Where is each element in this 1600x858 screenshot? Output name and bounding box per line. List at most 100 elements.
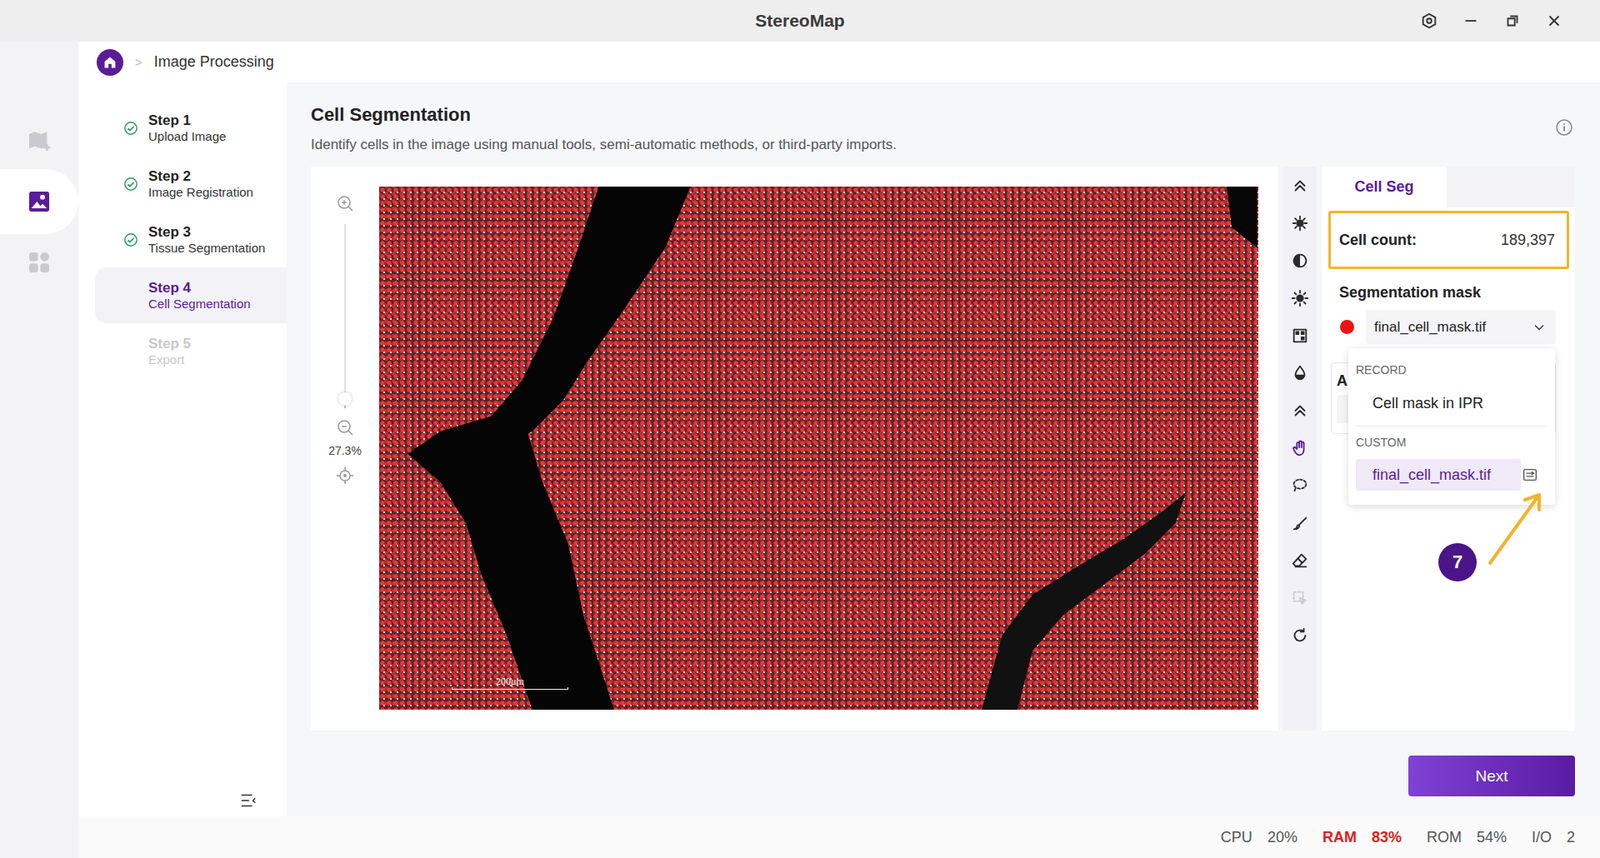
zoom-value: 27.3% [328,444,362,458]
tool-button[interactable] [1282,166,1317,205]
status-label: RAM [1322,829,1357,847]
status-item: I/O 2 [1531,829,1575,847]
tool-bar [1282,166,1317,731]
window-title: StereoMap [755,10,845,31]
tool-button[interactable] [1282,204,1317,242]
zoom-slider-handle[interactable] [338,392,352,406]
step-item: Step 5 Export [95,323,287,380]
tool-button[interactable] [1282,616,1317,655]
next-button[interactable]: Next [1408,755,1575,797]
tool-icon [1290,514,1310,533]
zoom-slider[interactable] [344,224,346,409]
tool-button [1282,579,1317,617]
apps-icon [25,249,53,276]
cell-count: Cell count: 189,397 [1328,210,1570,270]
tool-icon [1290,551,1310,570]
panel-tab[interactable]: Cell Seg [1321,166,1447,208]
tool-icon [1290,589,1310,608]
tool-icon [1290,251,1310,270]
title-bar: StereoMap [0,0,1600,42]
tool-icon [1290,439,1310,458]
breadcrumb-separator: > [135,55,143,70]
menu-section-label: CUSTOM [1355,434,1547,451]
breadcrumb-item: Image Processing [154,53,275,71]
status-value: 2 [1566,829,1575,847]
menu-section-label: RECORD [1355,361,1547,379]
tool-icon [1290,176,1310,195]
tool-button[interactable] [1282,504,1317,542]
nav-rail [0,41,79,858]
menu-item[interactable]: Cell mask in IPR [1355,385,1547,422]
tool-button[interactable] [1282,279,1317,317]
tool-button[interactable] [1282,241,1317,280]
info-icon[interactable] [1554,117,1575,138]
step-title: Step 5 [148,335,191,353]
status-label: I/O [1531,829,1552,847]
window-controls [1420,11,1564,30]
tool-icon [1290,401,1310,420]
zoom-in-icon[interactable] [335,193,355,214]
panel-tabs: Cell Seg [1321,166,1575,208]
tool-button[interactable] [1282,391,1317,430]
step-title: Step 2 [148,168,254,185]
status-value: 20% [1267,829,1298,847]
status-value: 83% [1371,829,1402,847]
step-subtitle: Image Registration [148,185,254,200]
side-panel: Cell Seg Cell count: 189,397 Segmentatio… [1321,166,1575,731]
close-icon[interactable] [1545,11,1564,30]
breadcrumb: > Image Processing [78,41,1600,83]
image-icon [25,188,53,215]
zoom-controls: 27.3% [310,186,380,710]
mask-select[interactable]: final_cell_mask.tif [1365,310,1556,345]
status-item: RAM 83% [1322,829,1402,847]
step-item[interactable]: Step 2 Image Registration [95,155,287,212]
main-area: Cell Segmentation Identify cells in the … [286,82,1600,817]
tool-button[interactable] [1282,354,1317,392]
step-subtitle: Tissue Segmentation [148,240,265,256]
tool-icon [1290,364,1310,383]
zoom-out-icon[interactable] [335,417,355,438]
restore-icon[interactable] [1503,11,1522,30]
rail-item[interactable] [0,169,79,235]
step-item[interactable]: Step 1 Upload Image [95,100,287,156]
tissue-image[interactable]: 200μm [379,186,1259,710]
settings-icon[interactable] [1420,11,1439,30]
rail-item[interactable] [0,122,79,160]
home-icon [100,53,120,72]
status-label: ROM [1426,829,1462,847]
tool-button[interactable] [1282,429,1317,467]
collapse-icon[interactable] [239,791,258,810]
step-subtitle: Upload Image [148,129,226,145]
app-window: StereoMap > Image Processing Step 1 Uplo… [0,0,1600,858]
step-item[interactable]: Step 4 Cell Segmentation [95,267,287,324]
rail-item[interactable] [0,244,79,281]
step-title: Step 4 [148,280,251,297]
locate-icon[interactable] [335,465,355,486]
menu-item[interactable]: final_cell_mask.tif [1355,459,1521,491]
page-title: Cell Segmentation [310,104,897,126]
page-description: Identify cells in the image using manual… [310,136,897,154]
status-item: ROM 54% [1426,829,1507,847]
chevron-down-icon [1530,319,1548,336]
home-button[interactable] [96,49,124,76]
step-item[interactable]: Step 3 Tissue Segmentation [95,211,287,268]
tool-button[interactable] [1282,541,1317,580]
step-badge: 7 [1438,543,1477,582]
minimize-icon[interactable] [1461,11,1480,30]
tool-button[interactable] [1282,466,1317,505]
tool-icon [1290,214,1310,233]
tool-icon [1290,476,1310,495]
status-item: CPU 20% [1220,829,1298,847]
vessel-overlay [379,186,1259,710]
check-icon [123,232,139,248]
map-icon [25,127,53,155]
cell-count-label: Cell count: [1339,231,1417,250]
check-icon [123,176,139,192]
step-subtitle: Export [148,352,191,368]
cell-count-value: 189,397 [1500,231,1555,250]
mask-color-dot[interactable] [1340,320,1355,335]
tool-icon [1290,326,1310,345]
status-bar: CPU 20% RAM 83% ROM 54% I/O 2 [78,816,1600,858]
edit-icon[interactable] [1520,465,1540,485]
tool-button[interactable] [1282,316,1317,355]
